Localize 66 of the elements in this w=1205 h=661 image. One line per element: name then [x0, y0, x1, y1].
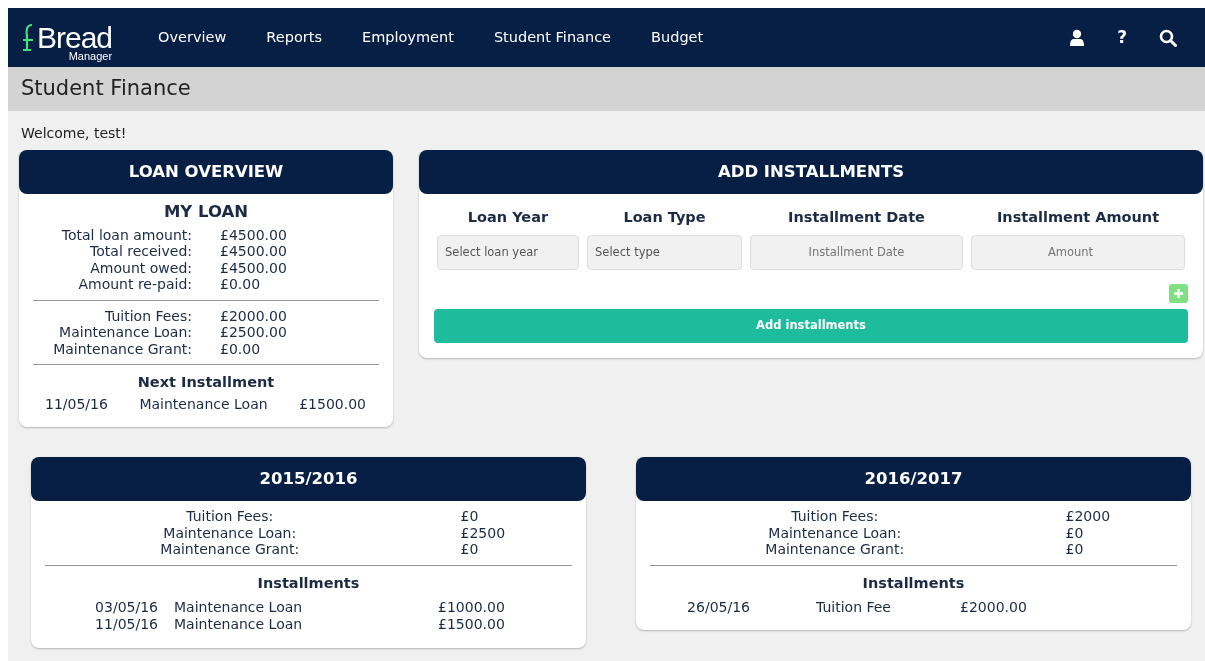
nav-link[interactable]: Employment [341, 26, 474, 49]
field-label: Installment Date [788, 209, 925, 225]
date-field[interactable]: Installment Date [750, 234, 963, 270]
installment-amount: £1500.00 [299, 395, 366, 414]
row-label: Total received: [90, 243, 192, 260]
logo-title: Bread [37, 22, 113, 53]
row-value: £2500 [460, 524, 506, 541]
row-value: £0 [1065, 541, 1084, 557]
nav-link[interactable]: Budget [631, 26, 724, 49]
installment-amount: £1500.00 [438, 615, 505, 632]
page-title: Student Finance [8, 67, 1205, 111]
installment-date: 11/05/16 [95, 615, 158, 632]
row-label: Maintenance Grant: [53, 340, 192, 357]
installment-date: 03/05/16 [95, 599, 158, 616]
row-value: £4500.00 [220, 226, 287, 243]
select-field[interactable]: Select loan year [437, 234, 579, 270]
row-label: Maintenance Grant: [160, 541, 300, 557]
amount-field[interactable]: Amount [971, 234, 1185, 270]
row-label: Tuition Fees: [791, 508, 879, 524]
installment-date: 11/05/16 [45, 395, 108, 414]
plus-icon [1173, 287, 1184, 299]
installment-type: Maintenance Loan [174, 599, 303, 616]
row-label: Amount owed: [90, 259, 192, 276]
card-header-title: ADD INSTALLMENTS [717, 160, 905, 183]
row-label: Maintenance Loan: [59, 324, 192, 341]
installment-amount: £1000.00 [438, 599, 505, 616]
section-heading: Installments [257, 574, 360, 591]
row-label: Maintenance Loan: [768, 524, 902, 541]
card-header-title: 2015/2016 [259, 467, 358, 490]
card-header-title: LOAN OVERVIEW [128, 160, 284, 183]
section-heading: Installments [862, 574, 965, 591]
card-header-title: 2016/2017 [864, 467, 963, 490]
row-label: Maintenance Grant: [765, 541, 905, 557]
welcome-message: Welcome, test! [21, 125, 127, 141]
field-label: Loan Type [623, 209, 706, 225]
installment-amount: £2000.00 [960, 599, 1027, 616]
row-value: £2000.00 [220, 307, 287, 324]
field-label: Loan Year [467, 209, 549, 225]
row-value: £2000 [1065, 508, 1111, 524]
row-value: £0 [460, 541, 479, 557]
row-value: £4500.00 [220, 243, 287, 260]
row-value: £4500.00 [220, 259, 287, 276]
row-label: Total loan amount: [61, 226, 192, 243]
installment-date: 26/05/16 [687, 599, 750, 616]
nav-link[interactable]: Student Finance [473, 26, 632, 49]
row-value: £0.00 [220, 276, 261, 293]
help-button[interactable]: ? [1101, 24, 1143, 51]
section-heading: Next Installment [137, 374, 275, 391]
row-value: £2500.00 [220, 324, 287, 341]
row-value: £0.00 [220, 340, 261, 357]
nav-link[interactable]: Overview [138, 26, 247, 49]
pound-mark-icon [22, 22, 36, 53]
installment-type: Tuition Fee [816, 599, 891, 616]
row-label: Tuition Fees: [105, 307, 192, 324]
row-label: Tuition Fees: [186, 508, 274, 524]
card-subtitle: MY LOAN [163, 202, 249, 221]
nav-link[interactable]: Reports [246, 26, 342, 49]
installment-type: Maintenance Loan [139, 395, 268, 414]
installment-type: Maintenance Loan [174, 615, 303, 632]
field-label: Installment Amount [996, 209, 1160, 225]
row-label: Maintenance Loan: [163, 524, 297, 541]
logo-subtitle: Manager [68, 50, 113, 62]
row-value: £0 [460, 508, 479, 524]
select-field[interactable]: Select type [587, 234, 742, 270]
row-value: £0 [1065, 524, 1084, 541]
row-label: Amount re-paid: [78, 276, 192, 293]
